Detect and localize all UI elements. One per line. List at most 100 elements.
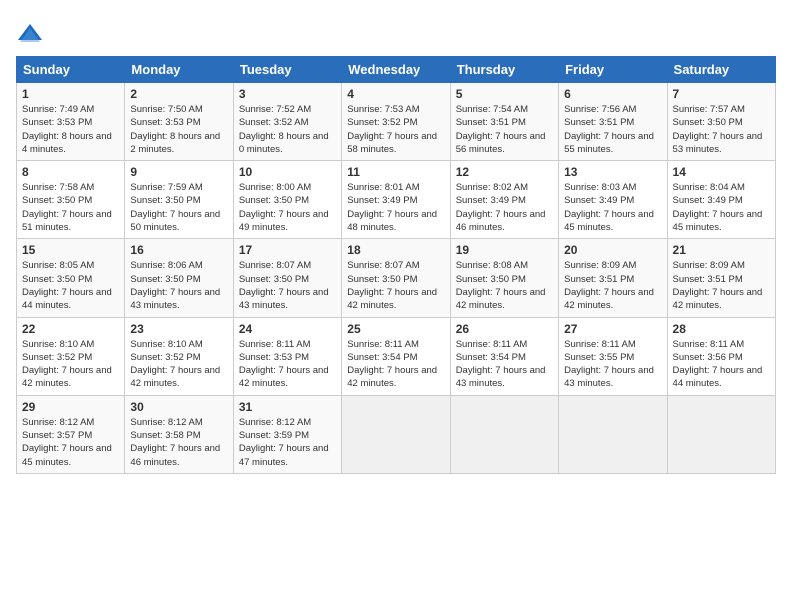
cell-content: Sunrise: 8:11 AM Sunset: 3:55 PM Dayligh… (564, 338, 661, 391)
sunset-label: Sunset: 3:49 PM (673, 195, 743, 206)
sunset-label: Sunset: 3:50 PM (673, 117, 743, 128)
cell-content: Sunrise: 8:05 AM Sunset: 3:50 PM Dayligh… (22, 259, 119, 312)
sunset-label: Sunset: 3:52 PM (347, 117, 417, 128)
week-row-3: 22 Sunrise: 8:10 AM Sunset: 3:52 PM Dayl… (17, 317, 776, 395)
cell-content: Sunrise: 8:12 AM Sunset: 3:57 PM Dayligh… (22, 416, 119, 469)
calendar-cell: 14 Sunrise: 8:04 AM Sunset: 3:49 PM Dayl… (667, 161, 775, 239)
week-row-4: 29 Sunrise: 8:12 AM Sunset: 3:57 PM Dayl… (17, 395, 776, 473)
daylight-label: Daylight: 8 hours and 0 minutes. (239, 131, 329, 155)
daylight-label: Daylight: 7 hours and 50 minutes. (130, 209, 220, 233)
calendar-cell: 29 Sunrise: 8:12 AM Sunset: 3:57 PM Dayl… (17, 395, 125, 473)
day-number: 16 (130, 243, 227, 257)
cell-content: Sunrise: 7:59 AM Sunset: 3:50 PM Dayligh… (130, 181, 227, 234)
calendar-cell: 30 Sunrise: 8:12 AM Sunset: 3:58 PM Dayl… (125, 395, 233, 473)
sunset-label: Sunset: 3:53 PM (22, 117, 92, 128)
cell-content: Sunrise: 8:09 AM Sunset: 3:51 PM Dayligh… (673, 259, 770, 312)
calendar-table: SundayMondayTuesdayWednesdayThursdayFrid… (16, 56, 776, 474)
sunrise-label: Sunrise: 8:06 AM (130, 260, 202, 271)
calendar-cell: 11 Sunrise: 8:01 AM Sunset: 3:49 PM Dayl… (342, 161, 450, 239)
sunrise-label: Sunrise: 8:11 AM (456, 339, 528, 350)
day-number: 3 (239, 87, 336, 101)
day-number: 8 (22, 165, 119, 179)
sunrise-label: Sunrise: 8:10 AM (22, 339, 94, 350)
sunset-label: Sunset: 3:50 PM (22, 195, 92, 206)
daylight-label: Daylight: 7 hours and 42 minutes. (673, 287, 763, 311)
cell-content: Sunrise: 7:50 AM Sunset: 3:53 PM Dayligh… (130, 103, 227, 156)
sunrise-label: Sunrise: 8:00 AM (239, 182, 311, 193)
calendar-cell: 12 Sunrise: 8:02 AM Sunset: 3:49 PM Dayl… (450, 161, 558, 239)
calendar-cell: 25 Sunrise: 8:11 AM Sunset: 3:54 PM Dayl… (342, 317, 450, 395)
daylight-label: Daylight: 7 hours and 43 minutes. (130, 287, 220, 311)
logo (16, 20, 48, 48)
calendar-cell: 4 Sunrise: 7:53 AM Sunset: 3:52 PM Dayli… (342, 83, 450, 161)
header (16, 16, 776, 48)
day-number: 30 (130, 400, 227, 414)
sunrise-label: Sunrise: 7:50 AM (130, 104, 202, 115)
cell-content: Sunrise: 7:54 AM Sunset: 3:51 PM Dayligh… (456, 103, 553, 156)
sunset-label: Sunset: 3:55 PM (564, 352, 634, 363)
week-row-0: 1 Sunrise: 7:49 AM Sunset: 3:53 PM Dayli… (17, 83, 776, 161)
calendar-cell: 1 Sunrise: 7:49 AM Sunset: 3:53 PM Dayli… (17, 83, 125, 161)
calendar-cell: 18 Sunrise: 8:07 AM Sunset: 3:50 PM Dayl… (342, 239, 450, 317)
calendar-cell: 5 Sunrise: 7:54 AM Sunset: 3:51 PM Dayli… (450, 83, 558, 161)
sunrise-label: Sunrise: 7:56 AM (564, 104, 636, 115)
cell-content: Sunrise: 8:12 AM Sunset: 3:59 PM Dayligh… (239, 416, 336, 469)
sunset-label: Sunset: 3:49 PM (347, 195, 417, 206)
sunset-label: Sunset: 3:50 PM (130, 195, 200, 206)
sunrise-label: Sunrise: 8:02 AM (456, 182, 528, 193)
day-number: 13 (564, 165, 661, 179)
sunset-label: Sunset: 3:59 PM (239, 430, 309, 441)
daylight-label: Daylight: 7 hours and 42 minutes. (130, 365, 220, 389)
day-number: 22 (22, 322, 119, 336)
day-number: 25 (347, 322, 444, 336)
sunrise-label: Sunrise: 7:57 AM (673, 104, 745, 115)
day-number: 1 (22, 87, 119, 101)
daylight-label: Daylight: 7 hours and 43 minutes. (456, 365, 546, 389)
day-number: 21 (673, 243, 770, 257)
daylight-label: Daylight: 7 hours and 51 minutes. (22, 209, 112, 233)
daylight-label: Daylight: 7 hours and 42 minutes. (22, 365, 112, 389)
cell-content: Sunrise: 8:07 AM Sunset: 3:50 PM Dayligh… (239, 259, 336, 312)
cell-content: Sunrise: 8:03 AM Sunset: 3:49 PM Dayligh… (564, 181, 661, 234)
sunset-label: Sunset: 3:52 PM (22, 352, 92, 363)
day-number: 18 (347, 243, 444, 257)
daylight-label: Daylight: 7 hours and 56 minutes. (456, 131, 546, 155)
sunrise-label: Sunrise: 8:07 AM (239, 260, 311, 271)
weekday-header-tuesday: Tuesday (233, 57, 341, 83)
calendar-cell: 9 Sunrise: 7:59 AM Sunset: 3:50 PM Dayli… (125, 161, 233, 239)
daylight-label: Daylight: 8 hours and 4 minutes. (22, 131, 112, 155)
sunrise-label: Sunrise: 7:49 AM (22, 104, 94, 115)
daylight-label: Daylight: 7 hours and 42 minutes. (347, 365, 437, 389)
logo-icon (16, 20, 44, 48)
sunset-label: Sunset: 3:50 PM (239, 274, 309, 285)
sunrise-label: Sunrise: 8:11 AM (347, 339, 419, 350)
day-number: 10 (239, 165, 336, 179)
daylight-label: Daylight: 7 hours and 44 minutes. (673, 365, 763, 389)
sunrise-label: Sunrise: 8:12 AM (239, 417, 311, 428)
daylight-label: Daylight: 7 hours and 45 minutes. (673, 209, 763, 233)
day-number: 17 (239, 243, 336, 257)
daylight-label: Daylight: 7 hours and 58 minutes. (347, 131, 437, 155)
calendar-cell: 20 Sunrise: 8:09 AM Sunset: 3:51 PM Dayl… (559, 239, 667, 317)
daylight-label: Daylight: 8 hours and 2 minutes. (130, 131, 220, 155)
calendar-cell: 16 Sunrise: 8:06 AM Sunset: 3:50 PM Dayl… (125, 239, 233, 317)
sunset-label: Sunset: 3:54 PM (347, 352, 417, 363)
sunset-label: Sunset: 3:53 PM (239, 352, 309, 363)
daylight-label: Daylight: 7 hours and 45 minutes. (564, 209, 654, 233)
calendar-cell (450, 395, 558, 473)
sunrise-label: Sunrise: 8:08 AM (456, 260, 528, 271)
daylight-label: Daylight: 7 hours and 47 minutes. (239, 443, 329, 467)
calendar-cell: 22 Sunrise: 8:10 AM Sunset: 3:52 PM Dayl… (17, 317, 125, 395)
calendar-cell (559, 395, 667, 473)
sunset-label: Sunset: 3:51 PM (564, 117, 634, 128)
sunset-label: Sunset: 3:54 PM (456, 352, 526, 363)
daylight-label: Daylight: 7 hours and 46 minutes. (456, 209, 546, 233)
day-number: 23 (130, 322, 227, 336)
cell-content: Sunrise: 8:07 AM Sunset: 3:50 PM Dayligh… (347, 259, 444, 312)
cell-content: Sunrise: 8:11 AM Sunset: 3:56 PM Dayligh… (673, 338, 770, 391)
cell-content: Sunrise: 8:09 AM Sunset: 3:51 PM Dayligh… (564, 259, 661, 312)
weekday-header-saturday: Saturday (667, 57, 775, 83)
day-number: 26 (456, 322, 553, 336)
calendar-cell: 17 Sunrise: 8:07 AM Sunset: 3:50 PM Dayl… (233, 239, 341, 317)
daylight-label: Daylight: 7 hours and 42 minutes. (239, 365, 329, 389)
